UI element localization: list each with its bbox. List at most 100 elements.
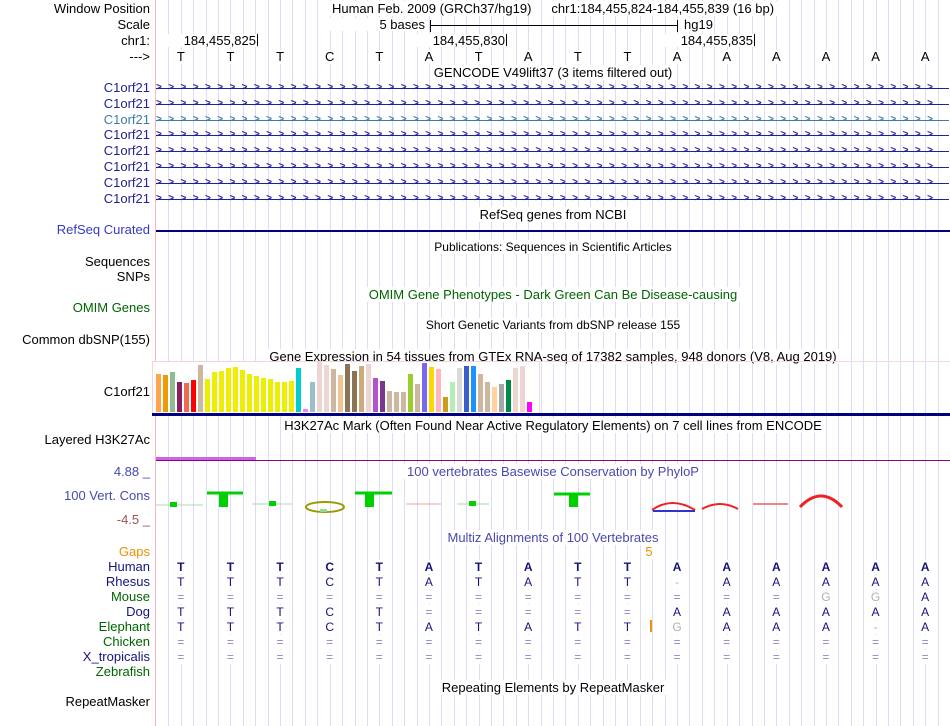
alignment-base: G [817, 590, 834, 604]
alignment-base: T [619, 620, 636, 634]
alignment-base: = [817, 635, 834, 649]
alignment-base: = [520, 605, 537, 619]
species-label-chicken[interactable]: Chicken [0, 635, 152, 649]
conservation-shape [269, 501, 276, 506]
alignment-base: = [867, 635, 884, 649]
alignment-base: A [817, 620, 834, 634]
alignment-base: = [669, 590, 686, 604]
species-label-rhesus[interactable]: Rhesus [0, 575, 152, 589]
species-label-x_tropicalis[interactable]: X_tropicalis [0, 650, 152, 664]
alignment-base: T [371, 575, 388, 589]
alignment-base: = [718, 650, 735, 664]
conservation-shape [365, 494, 374, 507]
alignment-base: A [917, 620, 934, 634]
alignment-base: T [470, 560, 487, 574]
alignment-base: A [917, 590, 934, 604]
alignment-base: = [669, 635, 686, 649]
alignment-base: G [669, 620, 686, 634]
alignment-base: = [420, 650, 437, 664]
species-label-human[interactable]: Human [0, 560, 152, 574]
alignment-base: C [321, 605, 338, 619]
gaps-label[interactable]: Gaps [0, 545, 152, 559]
alignment-base: = [420, 590, 437, 604]
species-label-mouse[interactable]: Mouse [0, 590, 152, 604]
alignment-base: A [520, 560, 537, 574]
alignment-base: T [569, 560, 586, 574]
alignment-base: = [321, 650, 338, 664]
alignment-base: = [272, 635, 289, 649]
alignment-base: T [371, 560, 388, 574]
multiz-track-title: Multiz Alignments of 100 Vertebrates [156, 530, 950, 545]
conservation-shape [701, 503, 739, 510]
alignment-base: = [272, 650, 289, 664]
alignment-base: A [867, 605, 884, 619]
alignment-base: A [669, 605, 686, 619]
alignment-base: = [569, 635, 586, 649]
alignment-base: = [768, 635, 785, 649]
alignment-base: = [420, 605, 437, 619]
alignment-base: = [917, 635, 934, 649]
alignment-base: T [272, 605, 289, 619]
alignment-base: C [321, 575, 338, 589]
alignment-base: T [222, 560, 239, 574]
alignment-base: = [817, 650, 834, 664]
alignment-base: A [718, 560, 735, 574]
alignment-base: = [569, 650, 586, 664]
alignment-base: = [222, 590, 239, 604]
alignment-base: A [669, 560, 686, 574]
alignment-base: T [172, 605, 189, 619]
alignment-base: = [172, 650, 189, 664]
alignment-base: A [718, 605, 735, 619]
alignment-base: = [321, 635, 338, 649]
alignment-base: = [718, 635, 735, 649]
alignment-base: = [321, 590, 338, 604]
species-label-zebrafish[interactable]: Zebrafish [0, 665, 152, 679]
alignment-base: T [272, 560, 289, 574]
repeatmasker-label[interactable]: RepeatMasker [0, 695, 152, 709]
alignment-base: = [569, 605, 586, 619]
alignment-base: T [371, 605, 388, 619]
alignment-base: T [569, 620, 586, 634]
alignment-base: = [470, 605, 487, 619]
alignment-base: = [470, 635, 487, 649]
alignment-base: - [867, 620, 884, 634]
alignment-base: = [768, 650, 785, 664]
alignment-base: = [172, 635, 189, 649]
alignment-base: = [420, 635, 437, 649]
alignment-base: = [619, 590, 636, 604]
insertion-marker [650, 620, 652, 632]
alignment-base: = [867, 650, 884, 664]
conservation-shape [320, 509, 327, 512]
alignment-base: = [520, 635, 537, 649]
alignment-base: A [817, 575, 834, 589]
alignment-base: T [619, 575, 636, 589]
species-label-elephant[interactable]: Elephant [0, 620, 152, 634]
alignment-base: T [222, 620, 239, 634]
alignment-base: T [222, 605, 239, 619]
alignment-base: A [420, 575, 437, 589]
alignment-base: = [371, 650, 388, 664]
alignment-base: A [917, 575, 934, 589]
alignment-base: C [321, 620, 338, 634]
alignment-base: A [520, 620, 537, 634]
conservation-shape [651, 502, 696, 511]
alignment-base: T [272, 575, 289, 589]
alignment-base: T [172, 575, 189, 589]
alignment-base: T [470, 620, 487, 634]
alignment-base: = [718, 590, 735, 604]
species-label-dog[interactable]: Dog [0, 605, 152, 619]
genome-browser-image: Human Feb. 2009 (GRCh37/hg19) chr1:184,45… [0, 0, 950, 726]
conservation-shape [798, 494, 844, 509]
alignment-base: = [520, 590, 537, 604]
conservation-shape [170, 502, 177, 507]
alignment-base: A [817, 605, 834, 619]
alignment-base: A [917, 560, 934, 574]
alignment-base: = [272, 590, 289, 604]
alignment-base: T [470, 575, 487, 589]
alignment-base: = [917, 650, 934, 664]
alignment-base: A [718, 575, 735, 589]
alignment-base: = [371, 635, 388, 649]
alignment-base: = [768, 590, 785, 604]
alignment-base: = [470, 650, 487, 664]
alignment-base: A [718, 620, 735, 634]
